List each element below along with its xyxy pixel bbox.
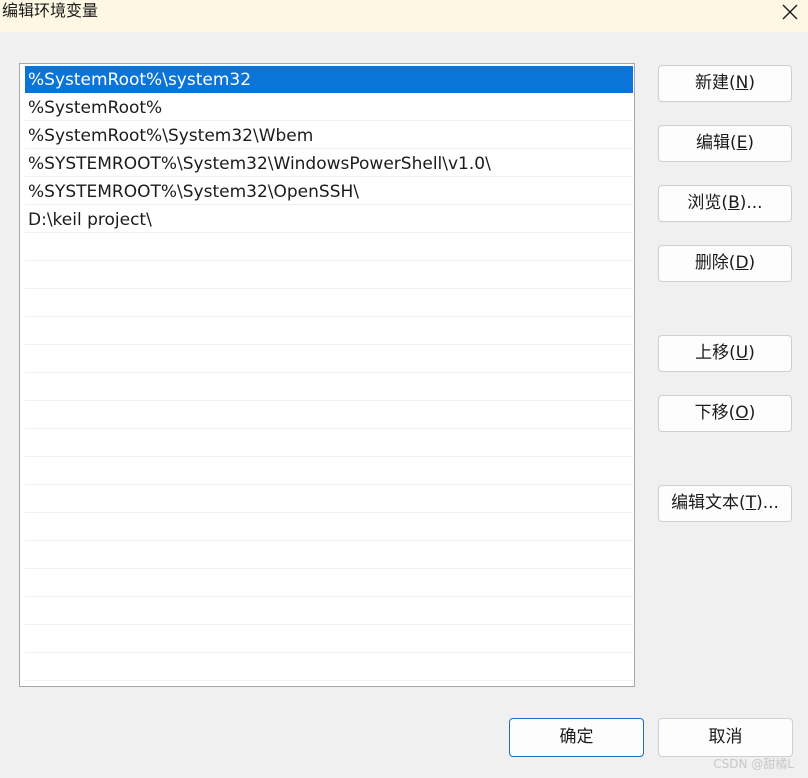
- browse-button[interactable]: 浏览(B)...: [658, 185, 792, 222]
- path-list-item[interactable]: D:\keil project\: [25, 206, 633, 233]
- delete-button-accel-key: D: [735, 253, 749, 273]
- edit-button-label: 编辑(: [695, 133, 737, 153]
- path-list-item-text: %SystemRoot%\System32\Wbem: [28, 126, 314, 146]
- path-list-item-text: %SystemRoot%: [28, 98, 163, 118]
- close-icon: [782, 4, 798, 20]
- browse-button-label: 浏览(: [687, 193, 729, 213]
- path-list-item[interactable]: %SYSTEMROOT%\System32\WindowsPowerShell\…: [25, 150, 633, 177]
- path-list-item-text: %SYSTEMROOT%\System32\OpenSSH\: [28, 182, 360, 202]
- path-list-empty-row[interactable]: [25, 626, 633, 653]
- browse-button-accel-key: B: [728, 193, 740, 213]
- path-list-item-text: %SystemRoot%\system32: [28, 70, 252, 90]
- edit-button-accel-key: E: [736, 133, 748, 153]
- path-list-item[interactable]: %SystemRoot%\System32\Wbem: [25, 122, 633, 149]
- path-listbox[interactable]: %SystemRoot%\system32 %SystemRoot% %System…: [19, 63, 635, 687]
- move-down-button-label: 下移(: [694, 403, 736, 423]
- path-list-empty-row[interactable]: [25, 262, 633, 289]
- new-button-accel-key: N: [735, 73, 749, 93]
- move-up-button-label: 上移(: [695, 343, 736, 363]
- edit-env-var-dialog: 编辑环境变量 %SystemRoot%\system32 %SystemRoot%…: [0, 0, 808, 778]
- path-list-empty-row[interactable]: [25, 542, 633, 569]
- path-list-empty-row[interactable]: [25, 458, 633, 485]
- move-down-button[interactable]: 下移(O): [658, 395, 792, 432]
- edit-button[interactable]: 编辑(E): [658, 125, 792, 162]
- edit-text-button-suffix: )...: [756, 493, 779, 513]
- path-list-empty-row[interactable]: [25, 402, 633, 429]
- path-list-empty-row[interactable]: [25, 346, 633, 373]
- move-up-button[interactable]: 上移(U): [658, 335, 792, 372]
- move-down-button-suffix: ): [748, 403, 756, 423]
- path-list-empty-row[interactable]: [25, 654, 633, 681]
- dialog-title: 编辑环境变量: [2, 1, 99, 20]
- new-button[interactable]: 新建(N): [658, 65, 792, 102]
- new-button-suffix: ): [748, 73, 755, 93]
- path-list-empty-row[interactable]: [25, 514, 633, 541]
- move-down-button-accel-key: O: [735, 403, 749, 423]
- path-list-empty-row[interactable]: [25, 234, 633, 261]
- new-button-label: 新建(: [695, 73, 736, 93]
- path-list-item[interactable]: %SystemRoot%: [25, 94, 633, 121]
- path-list-item[interactable]: %SystemRoot%\system32: [25, 66, 633, 93]
- delete-button[interactable]: 删除(D): [658, 245, 792, 282]
- edit-text-button[interactable]: 编辑文本(T)...: [658, 485, 792, 522]
- path-list-item-text: %SYSTEMROOT%\System32\WindowsPowerShell\…: [28, 154, 491, 174]
- path-list-item-text: D:\keil project\: [28, 210, 152, 230]
- browse-button-suffix: )...: [739, 193, 763, 213]
- close-button[interactable]: [776, 0, 804, 24]
- path-list-item[interactable]: %SYSTEMROOT%\System32\OpenSSH\: [25, 178, 633, 205]
- move-up-button-suffix: ): [748, 343, 755, 363]
- path-list-empty-row[interactable]: [25, 598, 633, 625]
- edit-button-suffix: ): [747, 133, 755, 153]
- path-list-empty-row[interactable]: [25, 290, 633, 317]
- cancel-button[interactable]: 取消: [658, 718, 793, 757]
- delete-button-label: 删除(: [694, 253, 736, 273]
- path-list-empty-row[interactable]: [25, 430, 633, 457]
- path-list-empty-row[interactable]: [25, 486, 633, 513]
- edit-text-button-accel-key: T: [745, 493, 757, 513]
- edit-text-button-label: 编辑文本(: [671, 493, 746, 513]
- delete-button-suffix: ): [748, 253, 756, 273]
- move-up-button-accel-key: U: [735, 343, 749, 363]
- ok-button[interactable]: 确定: [509, 718, 644, 757]
- path-list-empty-row[interactable]: [25, 318, 633, 345]
- title-bar: 编辑环境变量: [0, 0, 808, 32]
- path-list-empty-row[interactable]: [25, 570, 633, 597]
- path-list-empty-row[interactable]: [25, 374, 633, 401]
- watermark: CSDN @甜橘L: [713, 757, 794, 771]
